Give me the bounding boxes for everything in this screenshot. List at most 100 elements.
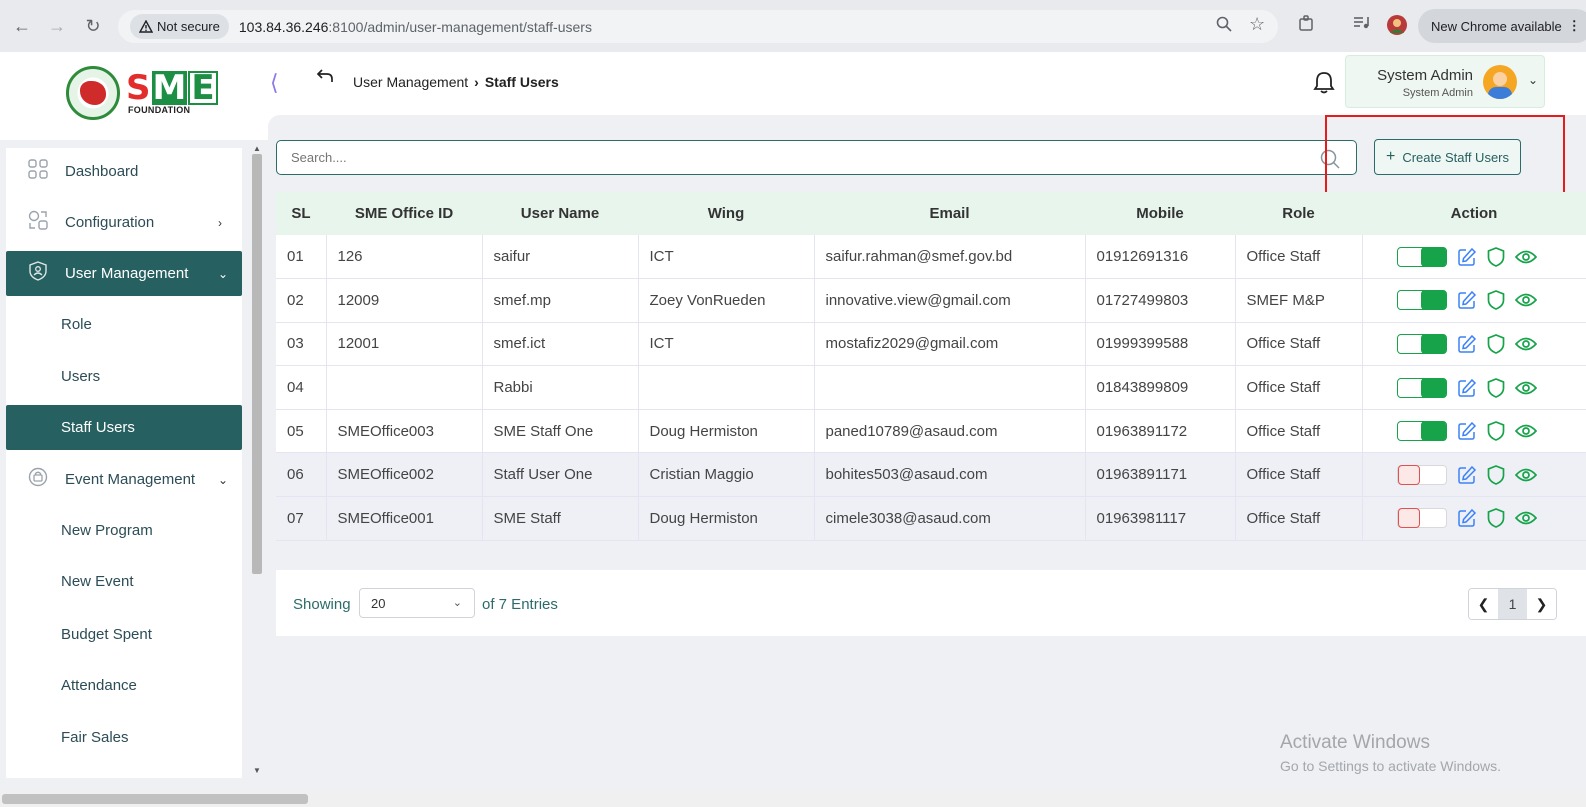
status-toggle[interactable]	[1396, 421, 1447, 442]
edit-icon[interactable]	[1457, 508, 1477, 528]
cell-office-id: SMEOffice003	[326, 409, 483, 454]
sidebar-item-new-event[interactable]: New Event	[6, 559, 242, 604]
cell-role: Office Staff	[1235, 235, 1363, 280]
shield-icon[interactable]	[1487, 334, 1505, 354]
eye-icon[interactable]	[1514, 423, 1537, 439]
shield-icon[interactable]	[1487, 421, 1505, 442]
user-name: System Admin	[1377, 67, 1473, 84]
search-input[interactable]	[291, 150, 1291, 165]
eye-icon[interactable]	[1514, 292, 1537, 308]
forward-arrow-icon[interactable]: →	[45, 14, 69, 38]
cell-mobile: 01727499803	[1085, 278, 1236, 323]
scroll-down-icon[interactable]: ▼	[253, 766, 261, 775]
eye-icon[interactable]	[1514, 380, 1537, 396]
sidebar-item-staff-users[interactable]: Staff Users	[6, 405, 242, 450]
sidebar-item-label: New Event	[61, 573, 134, 590]
chevron-right-icon: ›	[218, 215, 222, 230]
sidebar-item-dashboard[interactable]: Dashboard	[6, 149, 242, 194]
eye-icon[interactable]	[1514, 336, 1537, 352]
sidebar-item-user-management[interactable]: User Management ⌄	[6, 251, 242, 296]
edit-icon[interactable]	[1457, 334, 1477, 354]
back-arrow-icon[interactable]: ←	[10, 14, 34, 38]
kebab-menu-icon[interactable]: ⋮	[1568, 18, 1581, 34]
sidebar-item-role[interactable]: Role	[6, 302, 242, 347]
page-size-select[interactable]: 20 ⌄	[359, 588, 475, 618]
row-actions	[1396, 246, 1586, 267]
edit-icon[interactable]	[1457, 465, 1477, 485]
scroll-up-icon[interactable]: ▲	[253, 144, 261, 153]
status-toggle[interactable]	[1396, 464, 1447, 485]
shield-icon[interactable]	[1487, 377, 1505, 398]
status-toggle[interactable]	[1396, 333, 1447, 354]
cell-sl: 03	[276, 322, 327, 367]
logo[interactable]: SME FOUNDATION	[66, 66, 218, 120]
sidebar-item-fair-sales[interactable]: Fair Sales	[6, 715, 242, 760]
status-toggle[interactable]	[1396, 508, 1447, 529]
not-secure-label: Not secure	[157, 19, 220, 34]
cell-role: Office Staff	[1235, 496, 1363, 541]
status-toggle[interactable]	[1396, 290, 1447, 311]
sidebar-item-new-program[interactable]: New Program	[6, 508, 242, 553]
prev-page-button[interactable]: ❮	[1469, 589, 1498, 619]
cell-office-id	[326, 365, 483, 410]
sidebar-item-configuration[interactable]: Configuration ›	[6, 200, 242, 245]
col-header-mobile: Mobile	[1136, 205, 1184, 222]
table-row: 06 SMEOffice002 Staff User One Cristian Mag…	[276, 452, 1586, 498]
pagination-bar: Showing 20 ⌄ of 7 Entries ❮ 1 ❯	[276, 570, 1586, 636]
edit-icon[interactable]	[1457, 378, 1477, 398]
shield-icon[interactable]	[1487, 464, 1505, 485]
address-bar[interactable]: Not secure 103.84.36.246:8100/admin/user…	[118, 10, 1278, 43]
next-page-button[interactable]: ❯	[1527, 589, 1556, 619]
eye-icon[interactable]	[1514, 510, 1537, 526]
sidebar-item-users[interactable]: Users	[6, 354, 242, 399]
sidebar-item-attendance[interactable]: Attendance	[6, 663, 242, 708]
user-role: System Admin	[1402, 87, 1473, 99]
cell-action	[1362, 235, 1586, 280]
sidebar-scrollbar[interactable]: ▲ ▼	[250, 140, 264, 780]
edit-icon[interactable]	[1457, 290, 1477, 310]
create-staff-users-button[interactable]: + Create Staff Users	[1374, 139, 1521, 175]
sidebar-item-label: Role	[61, 316, 92, 333]
extensions-icon[interactable]	[1298, 14, 1316, 37]
page-number-button[interactable]: 1	[1498, 589, 1527, 619]
reload-icon[interactable]: ↻	[81, 14, 105, 38]
shield-icon[interactable]	[1487, 508, 1505, 529]
search-box[interactable]	[276, 140, 1357, 175]
profile-icon[interactable]	[1386, 14, 1408, 41]
horizontal-scroll-thumb[interactable]	[2, 794, 308, 804]
sidebar-scroll-thumb[interactable]	[252, 154, 262, 574]
user-shield-icon	[28, 261, 48, 286]
notification-bell-icon[interactable]	[1313, 70, 1335, 99]
user-profile-menu[interactable]: System Admin System Admin ⌄	[1345, 55, 1545, 108]
col-header-wing: Wing	[707, 205, 745, 222]
horizontal-scrollbar[interactable]	[0, 791, 1586, 807]
breadcrumb-staff-users: Staff Users	[484, 74, 559, 90]
breadcrumb-chevron-icon: ›	[474, 74, 479, 90]
shield-icon[interactable]	[1487, 290, 1505, 311]
eye-icon[interactable]	[1514, 467, 1537, 483]
status-toggle[interactable]	[1396, 377, 1447, 398]
url-text[interactable]: 103.84.36.246:8100/admin/user-management…	[239, 19, 592, 35]
chrome-update-button[interactable]: New Chrome available ⋮	[1418, 9, 1586, 43]
cell-action	[1362, 322, 1586, 367]
edit-icon[interactable]	[1457, 421, 1477, 441]
status-toggle[interactable]	[1396, 246, 1447, 267]
breadcrumb-user-management[interactable]: User Management	[353, 74, 468, 90]
media-icon[interactable]	[1353, 14, 1371, 35]
undo-back-icon[interactable]	[316, 68, 334, 89]
chevron-down-icon[interactable]: ⌄	[1528, 73, 1538, 87]
cell-wing: Doug Hermiston	[638, 496, 815, 541]
col-header-email: Email	[929, 205, 970, 222]
sidebar-item-event-management[interactable]: Event Management ⌄	[6, 457, 242, 502]
chevron-down-icon: ⌄	[452, 597, 462, 609]
shield-icon[interactable]	[1487, 246, 1505, 267]
zoom-icon[interactable]	[1216, 16, 1232, 37]
table-header-row: SL SME Office ID User Name Wing Email Mo…	[276, 192, 1586, 235]
not-secure-badge[interactable]: Not secure	[130, 14, 229, 39]
table-row: 02 12009 smef.mp Zoey VonRueden innovative.v…	[276, 278, 1586, 323]
edit-icon[interactable]	[1457, 247, 1477, 267]
collapse-sidebar-icon[interactable]: ⟨	[270, 70, 279, 96]
sidebar-item-budget-spent[interactable]: Budget Spent	[6, 612, 242, 657]
star-icon[interactable]: ☆	[1249, 14, 1265, 35]
eye-icon[interactable]	[1514, 249, 1537, 265]
